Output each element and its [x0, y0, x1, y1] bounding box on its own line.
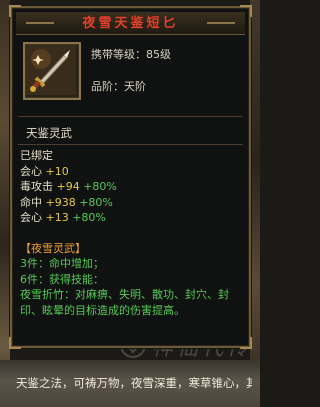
stat-row: 会心 +10 [20, 164, 244, 180]
carry-level: 携带等级：85级 [91, 48, 171, 61]
stat-label: 毒攻击 [20, 180, 53, 193]
stat-label: 会心 [20, 211, 42, 224]
stat-label: 会心 [20, 164, 42, 178]
stat-row: 毒攻击 +94 +80% [20, 179, 244, 195]
set-bonus-3: 3件：命中增加； [20, 257, 104, 270]
stat-value: +94 [56, 180, 80, 193]
divider [18, 144, 243, 145]
stat-bonus: +80% [79, 195, 113, 209]
stat-value: +13 [45, 211, 69, 224]
item-attributes: 已绑定 会心 +10 毒攻击 +94 +80% 命中 +938 +80% 会心 … [20, 148, 244, 318]
item-tooltip: 夜雪天鉴短匕 携带等级：85级 品阶：天阶 天鉴灵武 已绑定 会心 +10 毒攻… [9, 5, 252, 349]
tooltip-corner [240, 337, 252, 349]
item-title: 夜雪天鉴短匕 [82, 16, 179, 31]
item-category: 天鉴灵武 [26, 126, 72, 140]
title-ornament [207, 22, 235, 24]
stat-bonus: +80% [83, 180, 117, 193]
lore-text: 天鉴之法，可祷万物，夜雪深重，寒草锥心，其雪粉飞于短匕之刃。其头类匕 [16, 376, 252, 390]
bound-status: 已绑定 [20, 149, 53, 162]
set-bonus-6: 6件：获得技能： [20, 272, 104, 286]
dagger-icon [26, 45, 76, 95]
stat-value: +10 [45, 164, 69, 178]
set-skill-description: 夜雪折竹：对麻痹、失明、散功、封穴、封印、眩晕的目标造成的伤害提高。 [20, 288, 229, 317]
stat-label: 命中 [20, 195, 42, 209]
title-ornament [26, 22, 54, 24]
item-icon-frame [23, 42, 81, 100]
item-grade: 品阶：天阶 [91, 80, 146, 93]
divider [18, 116, 243, 117]
tooltip-title-bar: 夜雪天鉴短匕 [16, 12, 245, 35]
stat-row: 命中 +938 +80% [20, 195, 244, 211]
stat-value: +938 [45, 195, 76, 209]
set-name: 【夜雪灵武】 [20, 241, 86, 255]
stat-bonus: +80% [72, 211, 106, 224]
tooltip-corner [9, 337, 21, 349]
stat-row: 会心 +13 +80% [20, 210, 244, 226]
